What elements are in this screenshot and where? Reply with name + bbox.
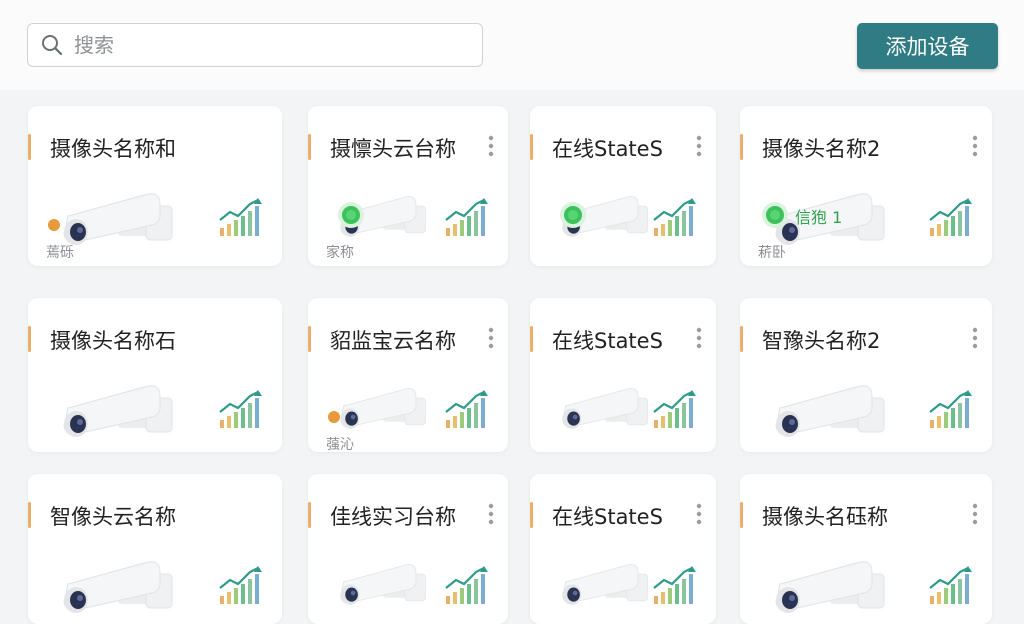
device-title: 貂监宝云名称	[330, 329, 456, 353]
signal-chart-icon	[653, 566, 696, 604]
title-accent-bar	[740, 134, 743, 160]
device-card-6[interactable]: 貂监宝云名称 蔃沁	[308, 298, 508, 452]
online-status-icon	[338, 202, 364, 228]
camera-icon	[562, 388, 648, 429]
online-status-icon	[560, 202, 586, 228]
title-accent-bar	[740, 326, 743, 352]
online-status-icon	[762, 202, 788, 228]
device-title: 在线StateS	[552, 329, 663, 353]
status-dot	[328, 411, 340, 423]
device-card-8[interactable]: 智豫头名称2	[740, 298, 992, 452]
title-accent-bar	[530, 502, 533, 528]
more-icon[interactable]	[972, 134, 978, 158]
more-icon[interactable]	[488, 502, 494, 526]
top-bar: 添加设备	[0, 0, 1024, 90]
device-title: 摄像头名称石	[50, 329, 176, 353]
device-card-10[interactable]: 佳线实习台称	[308, 474, 508, 624]
title-accent-bar	[308, 502, 311, 528]
device-title: 智像头云名称	[50, 505, 176, 529]
signal-chart-icon	[653, 390, 696, 428]
device-grid: 摄像头名称和 蔫砾 摄懔头云台称 家称 在线StateS 摄像头名称2 信狍 1…	[0, 90, 1024, 624]
more-icon[interactable]	[488, 134, 494, 158]
device-subtitle: 蔫砾	[46, 245, 74, 261]
device-card-7[interactable]: 在线StateS	[530, 298, 716, 452]
title-accent-bar	[308, 326, 311, 352]
device-card-5[interactable]: 摄像头名称石	[28, 298, 282, 452]
device-card-3[interactable]: 在线StateS	[530, 106, 716, 266]
camera-icon	[775, 561, 885, 613]
device-card-9[interactable]: 智像头云名称	[28, 474, 282, 624]
camera-icon	[562, 564, 648, 605]
device-card-11[interactable]: 在线StateS	[530, 474, 716, 624]
signal-chart-icon	[445, 566, 488, 604]
title-accent-bar	[28, 326, 31, 352]
device-title: 在线StateS	[552, 505, 663, 529]
add-device-button[interactable]: 添加设备	[857, 23, 998, 69]
device-title: 摄像头名砡称	[762, 505, 888, 529]
camera-icon	[63, 385, 173, 437]
search-input[interactable]	[72, 32, 456, 58]
signal-chart-icon	[219, 390, 262, 428]
device-subtitle: 菥卧	[758, 245, 786, 261]
status-dot	[48, 219, 60, 231]
device-title: 摄像头名称2	[762, 137, 881, 161]
signal-chart-icon	[219, 198, 262, 236]
device-title: 摄懔头云台称	[330, 137, 456, 161]
signal-chart-icon	[219, 566, 262, 604]
signal-chart-icon	[929, 566, 972, 604]
title-accent-bar	[28, 134, 31, 160]
device-title: 摄像头名称和	[50, 137, 176, 161]
device-title: 智豫头名称2	[762, 329, 881, 353]
title-accent-bar	[740, 502, 743, 528]
search-icon	[42, 35, 63, 56]
camera-icon	[775, 385, 885, 437]
more-icon[interactable]	[696, 502, 702, 526]
camera-icon	[340, 564, 426, 605]
more-icon[interactable]	[696, 326, 702, 350]
camera-icon	[63, 561, 173, 613]
device-card-1[interactable]: 摄像头名称和 蔫砾	[28, 106, 282, 266]
title-accent-bar	[530, 134, 533, 160]
title-accent-bar	[308, 134, 311, 160]
device-title: 在线StateS	[552, 137, 663, 161]
title-accent-bar	[530, 326, 533, 352]
title-accent-bar	[28, 502, 31, 528]
signal-chart-icon	[929, 390, 972, 428]
search-box[interactable]	[27, 23, 483, 67]
device-card-4[interactable]: 摄像头名称2 信狍 1 菥卧	[740, 106, 992, 266]
device-title: 佳线实习台称	[330, 505, 456, 529]
signal-chart-icon	[653, 198, 696, 236]
more-icon[interactable]	[972, 502, 978, 526]
device-card-2[interactable]: 摄懔头云台称 家称	[308, 106, 508, 266]
more-icon[interactable]	[488, 326, 494, 350]
signal-chart-icon	[929, 198, 972, 236]
more-icon[interactable]	[972, 326, 978, 350]
camera-icon	[340, 388, 426, 429]
more-icon[interactable]	[696, 134, 702, 158]
status-text: 信狍 1	[795, 208, 843, 227]
device-subtitle: 蔃沁	[326, 437, 354, 452]
device-subtitle: 家称	[326, 245, 354, 261]
signal-chart-icon	[445, 198, 488, 236]
signal-chart-icon	[445, 390, 488, 428]
device-card-12[interactable]: 摄像头名砡称	[740, 474, 992, 624]
